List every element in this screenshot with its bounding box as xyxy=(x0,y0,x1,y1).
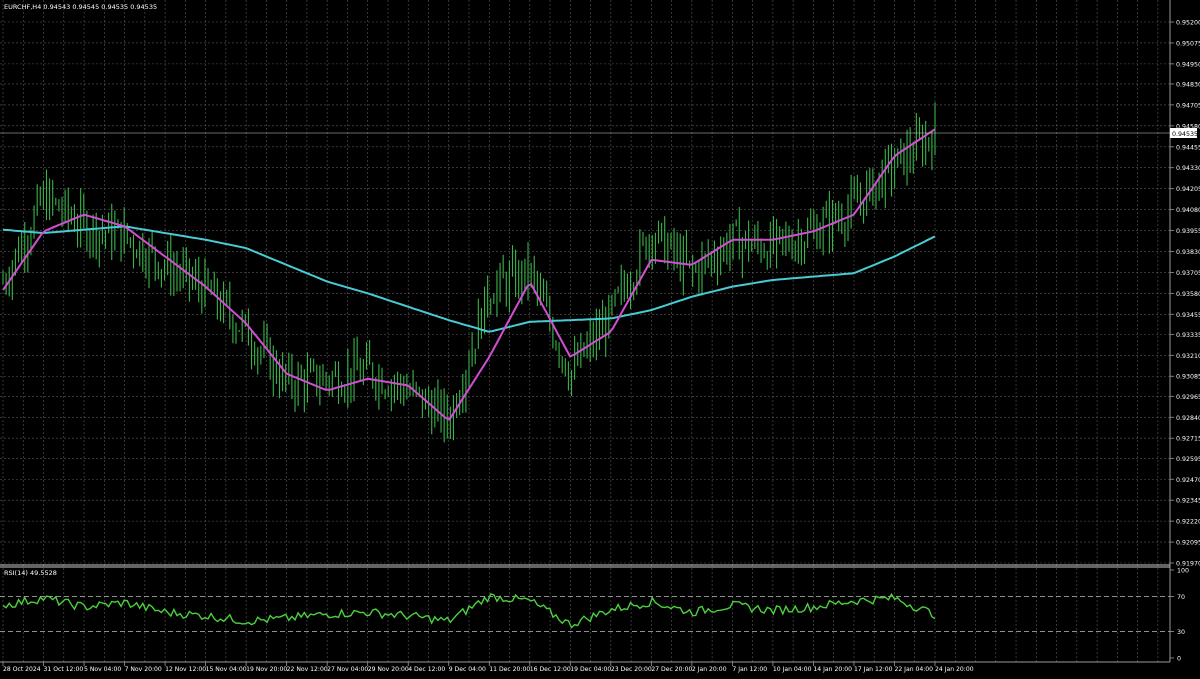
rsi-tick-label: 70 xyxy=(1177,594,1185,601)
price-tick-label: 0.91970 xyxy=(1176,561,1200,568)
time-label: 15 Nov 04:00 xyxy=(206,666,247,673)
time-label: 27 Nov 04:00 xyxy=(327,666,368,673)
price-tick-label: 0.93210 xyxy=(1176,353,1200,360)
time-label: 19 Nov 20:00 xyxy=(246,666,287,673)
time-label: 29 Nov 20:00 xyxy=(368,666,409,673)
time-label: 2 Jan 20:00 xyxy=(692,666,727,673)
rsi-tick-label: 30 xyxy=(1177,629,1185,636)
price-tick-label: 0.92715 xyxy=(1176,436,1200,443)
time-label: 22 Jan 04:00 xyxy=(894,666,933,673)
time-label: 23 Dec 20:00 xyxy=(611,666,652,673)
price-tick-label: 0.95075 xyxy=(1176,40,1200,47)
price-tick-label: 0.93580 xyxy=(1176,291,1200,298)
chart-canvas[interactable]: 0.95200 0.95075 0.94950 0.94830 0.94705 0.945… xyxy=(0,0,1200,675)
time-label: 10 Jan 04:00 xyxy=(773,666,812,673)
time-label: 4 Dec 12:00 xyxy=(408,666,445,673)
symbol-header: EURCHF,H4 0.94543 0.94545 0.94535 0.9453… xyxy=(4,3,157,11)
price-tick-label: 0.92840 xyxy=(1176,415,1200,422)
price-tick-label: 0.92470 xyxy=(1176,477,1200,484)
time-label: 16 Dec 12:00 xyxy=(530,666,571,673)
current-price-label: 0.94535 xyxy=(1172,131,1198,138)
time-label: 17 Jan 12:00 xyxy=(854,666,893,673)
price-tick-label: 0.94705 xyxy=(1176,102,1200,109)
price-tick-label: 0.94950 xyxy=(1176,61,1200,68)
time-label: 5 Nov 04:00 xyxy=(84,666,121,673)
price-tick-label: 0.93085 xyxy=(1176,374,1200,381)
price-tick-label: 0.92220 xyxy=(1176,519,1200,526)
time-label: 31 Oct 12:00 xyxy=(44,666,84,673)
price-tick-label: 0.94455 xyxy=(1176,144,1200,151)
time-label: 11 Dec 20:00 xyxy=(489,666,530,673)
rsi-tick-label: 100 xyxy=(1177,568,1189,575)
time-label: 14 Jan 20:00 xyxy=(813,666,852,673)
time-label: 27 Dec 20:00 xyxy=(651,666,692,673)
rsi-header: RSI(14) 49.5528 xyxy=(4,569,57,577)
price-tick-label: 0.94330 xyxy=(1176,165,1200,172)
price-tick-label: 0.93705 xyxy=(1176,270,1200,277)
price-tick-label: 0.93830 xyxy=(1176,249,1200,256)
time-label: 28 Oct 2024 xyxy=(3,666,41,673)
price-tick-label: 0.94080 xyxy=(1176,207,1200,214)
time-label: 9 Dec 04:00 xyxy=(449,666,486,673)
price-tick-label: 0.92965 xyxy=(1176,394,1200,401)
price-tick-label: 0.92095 xyxy=(1176,540,1200,547)
price-tick-label: 0.94830 xyxy=(1176,81,1200,88)
price-tick-label: 0.93455 xyxy=(1176,312,1200,319)
rsi-tick-label: 0 xyxy=(1177,656,1181,663)
time-label: 19 Dec 04:00 xyxy=(570,666,611,673)
time-label: 22 Nov 12:00 xyxy=(287,666,328,673)
time-label: 7 Nov 20:00 xyxy=(125,666,162,673)
time-label: 24 Jan 20:00 xyxy=(935,666,974,673)
price-tick-label: 0.92595 xyxy=(1176,456,1200,463)
price-tick-label: 0.94205 xyxy=(1176,186,1200,193)
price-tick-label: 0.92345 xyxy=(1176,498,1200,505)
price-tick-label: 0.93335 xyxy=(1176,332,1200,339)
trading-chart[interactable]: 0.95200 0.95075 0.94950 0.94830 0.94705 0.945… xyxy=(0,0,1200,675)
time-label: 12 Nov 12:00 xyxy=(165,666,206,673)
time-label: 7 Jan 12:00 xyxy=(732,666,767,673)
price-tick-label: 0.95200 xyxy=(1176,20,1200,27)
price-tick-label: 0.93955 xyxy=(1176,228,1200,235)
